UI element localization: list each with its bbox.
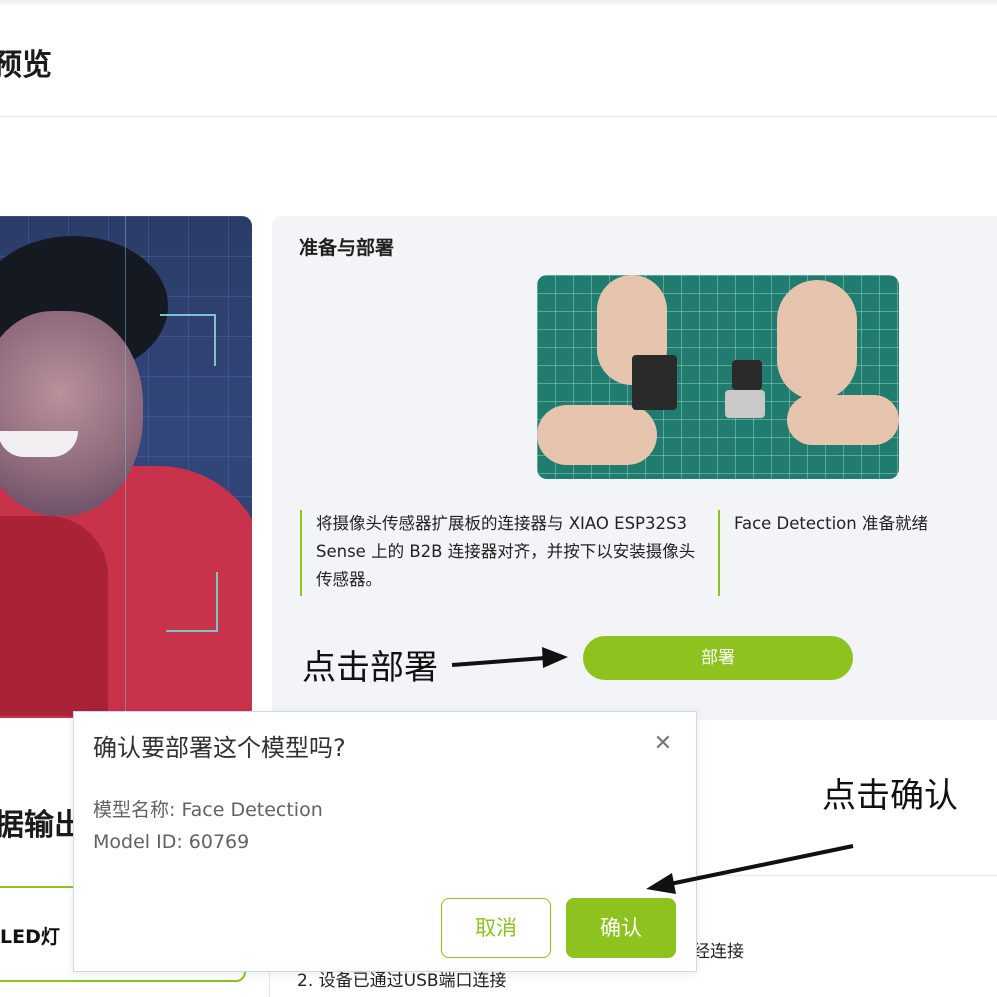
arrow-to-deploy-icon (451, 647, 568, 668)
annotation-arrows (451, 647, 854, 894)
arrow-to-confirm-icon (646, 844, 854, 894)
